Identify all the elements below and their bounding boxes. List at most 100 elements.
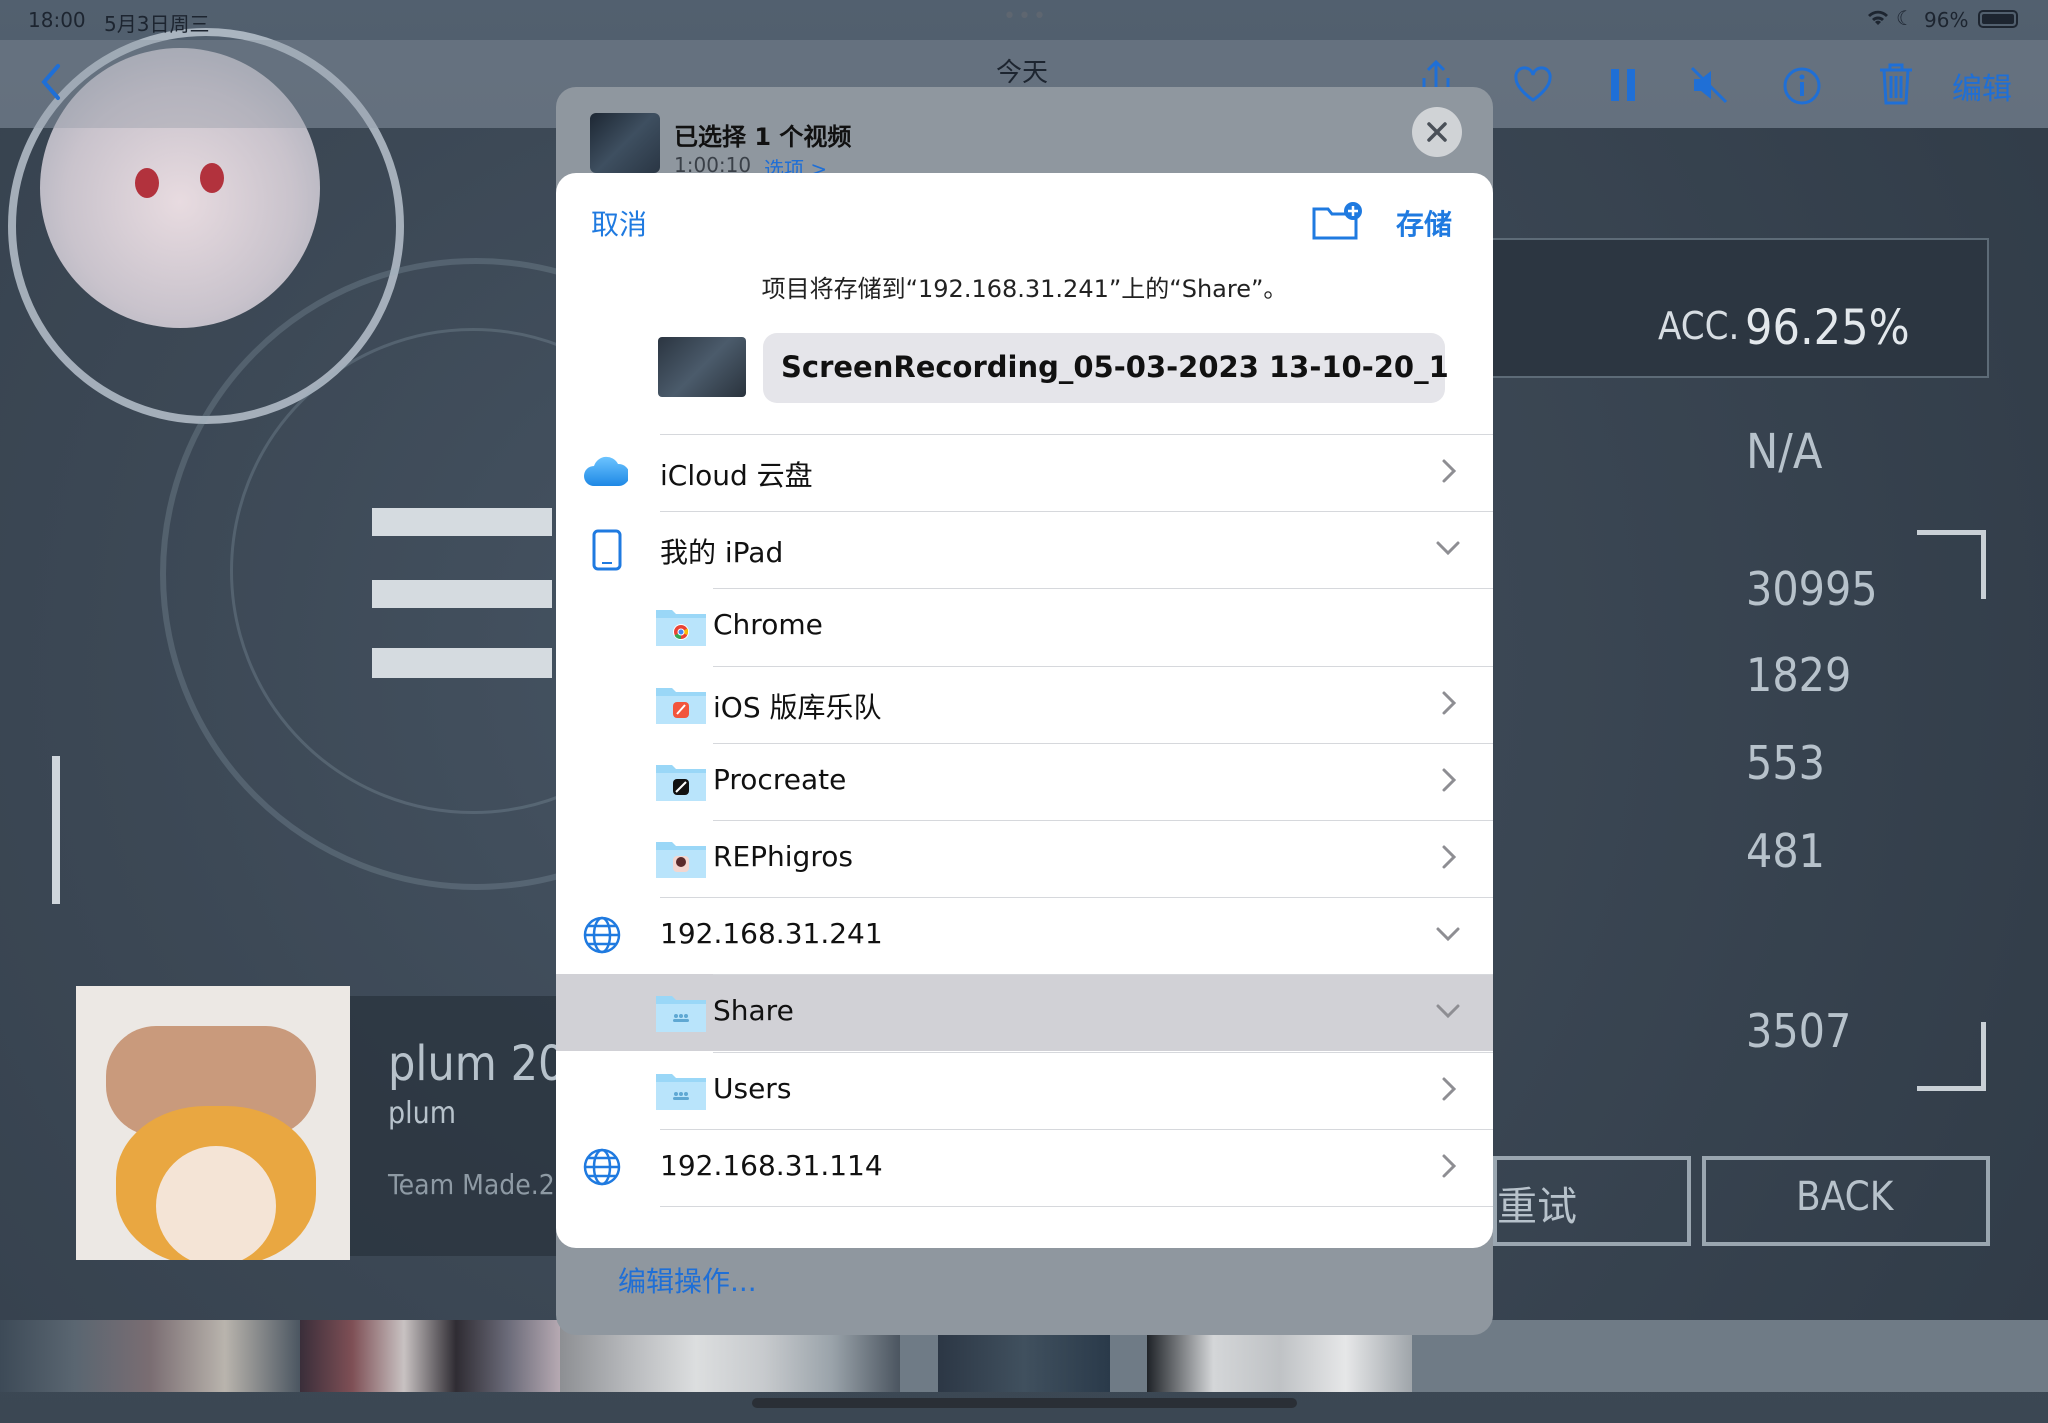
acc-label: ACC.	[1658, 304, 1740, 348]
chevron-right-icon[interactable]	[1433, 765, 1463, 795]
chevron-right-icon[interactable]	[1433, 456, 1463, 486]
chevron-down-icon[interactable]	[1433, 533, 1463, 563]
location-row[interactable]: Chrome	[556, 588, 1493, 665]
home-indicator	[752, 1398, 1297, 1408]
location-row[interactable]: Users	[556, 1051, 1493, 1129]
chevron-right-icon[interactable]	[1433, 842, 1463, 872]
shared-folder-icon	[654, 992, 708, 1034]
rank-glyph	[372, 580, 552, 608]
close-icon	[1427, 122, 1447, 142]
location-label: Procreate	[713, 762, 847, 796]
row-divider	[713, 665, 1493, 667]
stat-perfect: 1829	[1746, 648, 1852, 702]
edit-button[interactable]: 编辑	[1952, 64, 2012, 108]
location-label: Users	[713, 1071, 792, 1105]
more-dots-icon[interactable]: •••	[1003, 4, 1048, 29]
filename-field[interactable]: ScreenRecording_05-03-2023 13-10-20_1	[763, 333, 1449, 403]
new-folder-icon	[1312, 202, 1362, 240]
location-row[interactable]: iOS 版库乐队	[556, 665, 1493, 743]
edit-actions-link[interactable]: 编辑操作...	[618, 1260, 757, 1300]
chevron-down-icon[interactable]	[1433, 919, 1463, 949]
save-button[interactable]: 存储	[1396, 203, 1452, 243]
shared-folder-icon	[654, 1070, 708, 1112]
location-label: iOS 版库乐队	[713, 690, 882, 724]
procreate-folder-icon	[654, 761, 708, 803]
location-row[interactable]: iCloud 云盘	[556, 434, 1493, 511]
location-label: iCloud 云盘	[660, 459, 813, 492]
location-row[interactable]: Procreate	[556, 742, 1493, 820]
filename-text: ScreenRecording_05-03-2023 13-10-20_1	[781, 350, 1449, 384]
globe-icon	[582, 915, 622, 959]
stat-good: 553	[1746, 736, 1825, 790]
location-label: 我的 iPad	[660, 536, 784, 570]
garageband-folder-icon	[654, 684, 708, 726]
location-row[interactable]: 我的 iPad	[556, 511, 1493, 588]
heart-icon[interactable]	[1512, 66, 1554, 108]
location-label: Share	[713, 994, 794, 1028]
status-time: 18:00	[28, 8, 86, 32]
location-row[interactable]: 192.168.31.241	[556, 897, 1493, 974]
share-title: 已选择 1 个视频	[674, 123, 852, 151]
row-divider	[660, 1206, 1493, 1207]
trash-icon[interactable]	[1878, 62, 1914, 110]
chevron-right-icon[interactable]	[1433, 1074, 1463, 1104]
moon-icon: ☾	[1896, 6, 1914, 30]
pause-icon[interactable]	[1610, 68, 1636, 106]
chevron-right-icon[interactable]	[1433, 688, 1463, 718]
cancel-button[interactable]: 取消	[591, 203, 647, 243]
stat-bad: 481	[1746, 824, 1825, 878]
location-label: 192.168.31.241	[660, 917, 883, 951]
decor-line	[52, 756, 60, 904]
nav-title: 今天	[996, 58, 1049, 88]
location-label: 192.168.31.114	[660, 1148, 883, 1182]
icloud-icon	[582, 456, 630, 492]
row-divider	[713, 742, 1493, 744]
row-divider	[660, 434, 1493, 435]
new-folder-button[interactable]	[1312, 201, 1364, 245]
rank-glyph	[372, 648, 552, 678]
ipad-icon	[592, 529, 622, 575]
row-divider	[713, 1051, 1493, 1053]
row-divider	[660, 511, 1493, 513]
chrome-folder-icon	[654, 606, 708, 648]
location-label: REPhigros	[713, 840, 853, 873]
wifi-icon	[1866, 8, 1890, 33]
chevron-right-icon[interactable]	[1433, 1151, 1463, 1181]
stat-combo: 3507	[1746, 1004, 1852, 1058]
status-bar: 18:00 5月3日周三 ••• ☾ 96%	[0, 0, 2048, 40]
location-row[interactable]: REPhigros	[556, 820, 1493, 897]
team-label: Team Made.20	[388, 1168, 571, 1201]
status-date: 5月3日周三	[104, 12, 210, 36]
battery-icon	[1978, 10, 2018, 28]
row-divider	[660, 897, 1493, 899]
acc-value: 96.25%	[1745, 300, 1910, 356]
row-divider	[660, 1128, 1493, 1130]
location-row[interactable]: 192.168.31.114	[556, 1128, 1493, 1206]
back-label: BACK	[1796, 1174, 1894, 1220]
video-thumbnail	[590, 113, 660, 173]
close-button[interactable]	[1412, 107, 1462, 157]
rank-glyph	[372, 508, 552, 536]
info-icon[interactable]	[1782, 66, 1822, 110]
row-divider	[713, 974, 1493, 976]
file-thumbnail	[658, 337, 746, 397]
row-divider	[713, 820, 1493, 821]
mute-icon[interactable]	[1690, 66, 1728, 108]
bracket-bottom	[1917, 1022, 1986, 1091]
chevron-down-icon[interactable]	[1433, 996, 1463, 1026]
stat-score: 30995	[1746, 562, 1878, 616]
back-chevron-icon[interactable]	[40, 62, 64, 106]
bracket-top	[1917, 530, 1986, 599]
battery-percent: 96%	[1924, 8, 1969, 32]
rating-value: N/A	[1746, 424, 1823, 480]
row-divider	[713, 588, 1493, 590]
save-dialog: 取消 存储 项目将存储到“192.168.31.241”上的“Share”。 S…	[556, 173, 1493, 1248]
location-row[interactable]: Share	[556, 974, 1493, 1052]
destination-info: 项目将存储到“192.168.31.241”上的“Share”。	[761, 275, 1288, 303]
acc-panel	[1490, 238, 1989, 378]
song-artist: plum	[388, 1096, 457, 1131]
retry-label: 重试	[1497, 1184, 1577, 1230]
globe-icon	[582, 1147, 622, 1191]
location-label: Chrome	[713, 608, 823, 642]
rephigros-folder-icon	[654, 838, 708, 880]
